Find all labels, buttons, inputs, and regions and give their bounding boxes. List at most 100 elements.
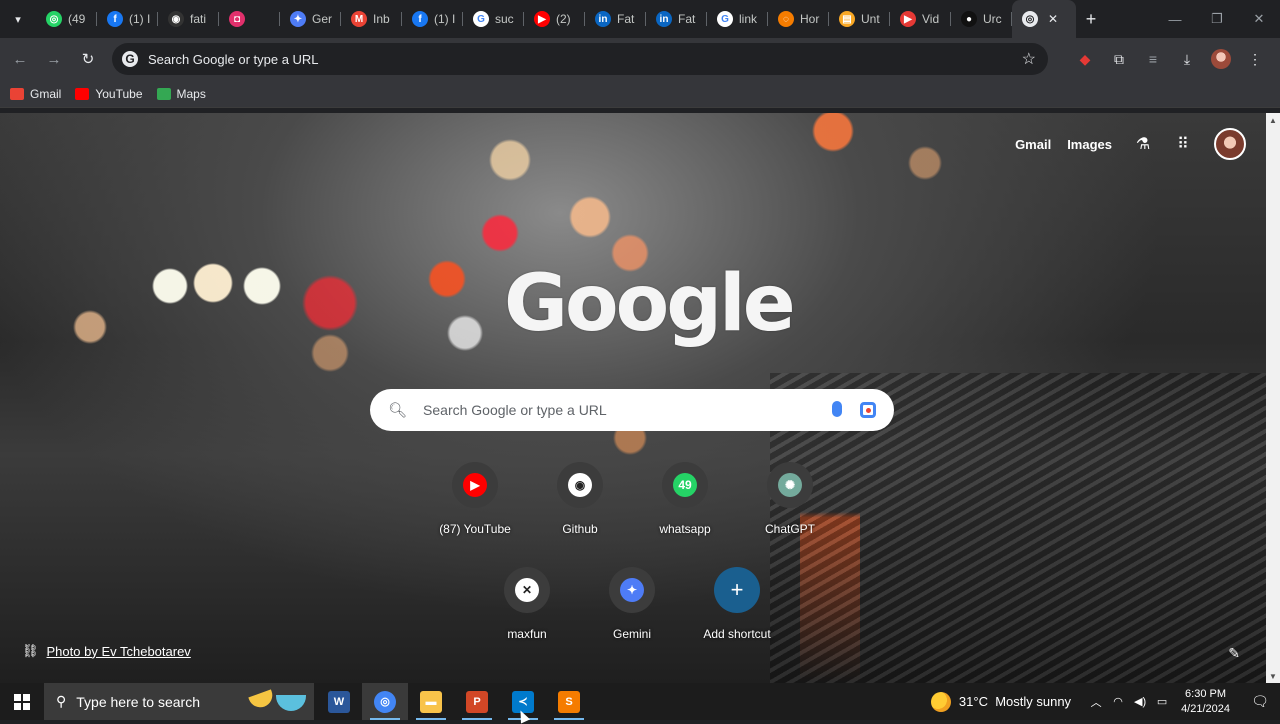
tab-active-new-tab[interactable]: ◎ ✕ [1012, 0, 1076, 38]
chrome-icon: ◎ [374, 690, 396, 713]
apps-grid-icon[interactable]: ⠿ [1168, 134, 1198, 154]
tab[interactable]: in Fat [585, 0, 646, 38]
download-icon[interactable]: ⤓ [1170, 42, 1204, 76]
notifications-icon[interactable]: 🗨︎ [1240, 693, 1280, 710]
shortcut-icon-circle: ◉ [557, 462, 603, 508]
taskbar-app-chrome[interactable]: ◎ [362, 683, 408, 720]
whatsapp-icon: 49 [673, 473, 697, 497]
toolbar-actions: ◆ ⧉ ≡ ⤓ ⋮ [1068, 42, 1272, 76]
bookmark-star-icon[interactable]: ☆ [1022, 49, 1036, 69]
ntp-search-box[interactable]: 🔍︎ Search Google or type a URL [370, 389, 894, 431]
shortcut-icon-circle: 49 [662, 462, 708, 508]
shortcut-tile[interactable]: ✦ Gemini [582, 561, 682, 661]
video-icon: ▶ [900, 11, 916, 27]
forward-button[interactable]: → [37, 42, 71, 76]
gmail-link[interactable]: Gmail [1015, 137, 1051, 152]
tab[interactable]: ▤ Unt [829, 0, 890, 38]
tab[interactable]: M Inb [341, 0, 402, 38]
weather-widget[interactable]: 31°C Mostly sunny [930, 691, 1072, 712]
reload-button[interactable]: ↻ [71, 42, 105, 76]
tab-title: Unt [861, 12, 880, 26]
extension-pin-icon[interactable]: ◆ [1068, 42, 1102, 76]
github-icon: ◉ [168, 11, 184, 27]
taskbar-app-file-explorer[interactable]: ▬ [408, 683, 454, 720]
wifi-icon[interactable]: ◠ [1107, 695, 1129, 708]
taskbar-search-box[interactable]: ⚲ Type here to search [44, 683, 314, 720]
shortcut-tile[interactable]: + Add shortcut [687, 561, 787, 661]
weather-desc: Mostly sunny [995, 694, 1072, 709]
page-scrollbar[interactable]: ▲ ▼ [1266, 113, 1280, 683]
back-button[interactable]: ← [3, 42, 37, 76]
labs-flask-icon[interactable]: ⚗ [1128, 134, 1158, 154]
search-icon: ⚲ [56, 693, 67, 709]
tab[interactable]: ◎ (49 [36, 0, 97, 38]
gemini-icon: ✦ [620, 578, 644, 602]
photo-credit[interactable]: ⛓ Photo by Ev Tchebotarev [22, 643, 191, 659]
new-tab-button[interactable]: + [1076, 0, 1106, 38]
tab[interactable]: ◉ fati [158, 0, 219, 38]
battery-icon[interactable]: ▭ [1151, 695, 1173, 708]
forward-arrow-icon: → [46, 50, 62, 68]
more-menu-icon[interactable]: ⋮ [1238, 42, 1272, 76]
minimize-button[interactable]: — [1154, 0, 1196, 38]
whatsapp-icon: ◎ [46, 11, 62, 27]
shortcut-tile[interactable]: ✕ maxfun [477, 561, 577, 661]
maxfun-icon: ✕ [515, 578, 539, 602]
shortcut-tile[interactable]: ▶ (87) YouTube [425, 456, 525, 556]
images-link[interactable]: Images [1067, 137, 1112, 152]
account-avatar[interactable] [1214, 128, 1246, 160]
facebook-icon: f [107, 11, 123, 27]
back-arrow-icon: ← [12, 50, 28, 68]
clock-date: 4/21/2024 [1181, 702, 1230, 715]
powerpoint-icon: P [466, 690, 488, 713]
start-button[interactable] [0, 683, 44, 720]
shortcut-label: whatsapp [659, 522, 711, 536]
voice-search-mic-icon[interactable] [832, 401, 842, 417]
scroll-up-arrow-icon[interactable]: ▲ [1266, 113, 1280, 127]
tab-search-button[interactable]: ▾ [0, 0, 36, 38]
bookmark-gmail[interactable]: Gmail [10, 87, 61, 101]
tab-title: Inb [373, 12, 390, 26]
tab[interactable]: f (1) I [97, 0, 158, 38]
customize-pencil-icon[interactable]: ✎ [1228, 645, 1240, 662]
tab[interactable]: ▶ (2) [524, 0, 585, 38]
chevron-down-icon: ▾ [15, 13, 21, 26]
shortcut-icon-circle: + [714, 567, 760, 613]
google-lens-icon[interactable] [860, 402, 876, 418]
media-control-icon[interactable]: ≡ [1136, 42, 1170, 76]
scroll-down-arrow-icon[interactable]: ▼ [1266, 669, 1280, 683]
shortcut-icon-circle: ✦ [609, 567, 655, 613]
address-bar-placeholder: Search Google or type a URL [148, 51, 319, 67]
tab[interactable]: ✦ Ger [280, 0, 341, 38]
bookmark-youtube[interactable]: YouTube [75, 87, 143, 101]
tab-title: link [739, 12, 758, 26]
profile-avatar[interactable] [1211, 49, 1231, 69]
shortcut-tile[interactable]: ✺ ChatGPT [740, 456, 840, 556]
bookmark-maps[interactable]: Maps [156, 87, 206, 101]
taskbar-app-powerpoint[interactable]: P [454, 683, 500, 720]
tab[interactable]: ▶ Vid [890, 0, 951, 38]
close-window-button[interactable]: ✕ [1238, 0, 1280, 38]
shortcut-tile[interactable]: ◉ Github [530, 456, 630, 556]
tab[interactable]: f (1) I [402, 0, 463, 38]
plus-icon: + [730, 577, 744, 602]
taskbar-app-sublime[interactable]: S [546, 683, 592, 720]
extensions-puzzle-icon[interactable]: ⧉ [1102, 42, 1136, 76]
tab[interactable]: ◘ [219, 0, 280, 38]
google-icon: G [717, 11, 733, 27]
system-tray: 31°C Mostly sunny ︿ ◠ ◀) ▭ 6:30 PM 4/21/… [930, 683, 1280, 720]
taskbar-app-word[interactable]: W [316, 683, 362, 720]
tab[interactable]: ● Urc [951, 0, 1012, 38]
address-bar[interactable]: G Search Google or type a URL ☆ [112, 43, 1048, 75]
volume-icon[interactable]: ◀) [1129, 695, 1151, 708]
tab[interactable]: Glink [707, 0, 768, 38]
photo-credit-text[interactable]: Photo by Ev Tchebotarev [47, 644, 191, 659]
show-hidden-icons-chevron-icon[interactable]: ︿ [1085, 694, 1107, 710]
tab[interactable]: Gsuc [463, 0, 524, 38]
shortcut-tile[interactable]: 49 whatsapp [635, 456, 735, 556]
restore-button[interactable]: ❐ [1196, 0, 1238, 38]
taskbar-clock[interactable]: 6:30 PM 4/21/2024 [1181, 687, 1230, 717]
tab[interactable]: in Fat [646, 0, 707, 38]
tab[interactable]: ◌ Hor [768, 0, 829, 38]
close-tab-icon[interactable]: ✕ [1048, 12, 1058, 26]
